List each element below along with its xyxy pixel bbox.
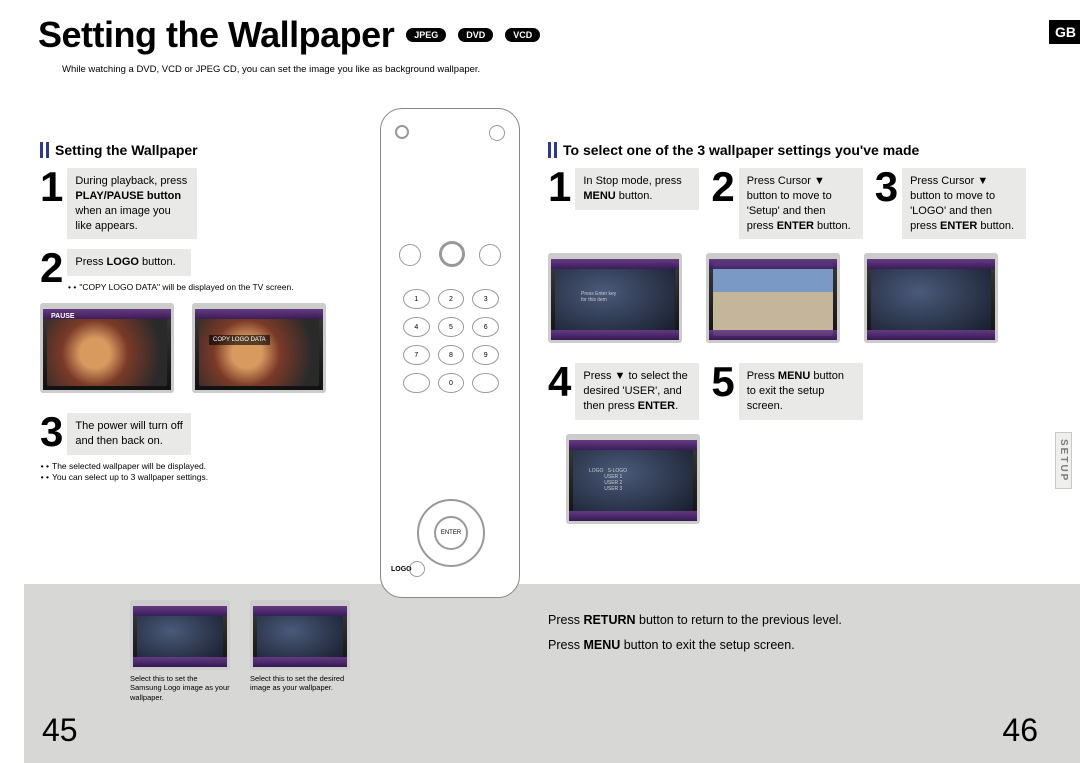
pill-dvd: DVD [458,28,493,42]
tv-thumb-b2 [250,600,350,670]
bottom-line-1: Press RETURN button to return to the pre… [548,608,842,633]
left-step-3-note-1: The selected wallpaper will be displayed… [46,461,360,472]
pill-jpeg: JPEG [406,28,446,42]
left-section: Setting the Wallpaper 1 During playback,… [40,142,360,483]
pill-vcd: VCD [505,28,540,42]
side-tab: SETUP [1055,432,1072,489]
left-step-1-text: During playback, press PLAY/PAUSE button… [67,168,197,239]
title-row: Setting the Wallpaper JPEG DVD VCD [38,14,540,56]
right-step-4-text: Press ▼ to select the desired 'USER', an… [575,363,699,420]
left-step-3-note-2: You can select up to 3 wallpaper setting… [46,472,360,483]
right-section: To select one of the 3 wallpaper setting… [548,142,1068,524]
right-step-3-text: Press Cursor ▼ button to move to 'LOGO' … [902,168,1026,239]
left-step-1: 1 During playback, press PLAY/PAUSE butt… [40,168,197,239]
subtitle: While watching a DVD, VCD or JPEG CD, yo… [62,64,480,75]
right-step-2: 2 Press Cursor ▼ button to move to 'Setu… [711,168,862,239]
lang-badge: GB [1049,20,1080,44]
right-step-5-text: Press MENU button to exit the setup scre… [739,363,863,420]
left-step-3: 3 The power will turn off and then back … [40,413,191,455]
right-step-5: 5 Press MENU button to exit the setup sc… [711,363,862,420]
bottom-right: Press RETURN button to return to the pre… [548,608,842,658]
tv-thumb-r4: LOGO S-LOGO USER 1 USER 2 USER 3 [566,434,700,524]
left-heading: Setting the Wallpaper [40,142,360,158]
tv-thumb-copylogo: COPY LOGO DATA [192,303,326,393]
right-step-3: 3 Press Cursor ▼ button to move to 'LOGO… [875,168,1026,239]
left-step-2: 2 Press LOGO button. "COPY LOGO DATA" wi… [40,249,294,293]
thumb-caption-2: Select this to set the desired image as … [250,674,350,693]
tv-thumb-r1: Press Enter keyfor this item [548,253,682,343]
right-heading: To select one of the 3 wallpaper setting… [548,142,1068,158]
tv-thumb-b1 [130,600,230,670]
right-step-4: 4 Press ▼ to select the desired 'USER', … [548,363,699,420]
left-step-2-note: "COPY LOGO DATA" will be displayed on th… [73,282,293,293]
bottom-left: Select this to set the Samsung Logo imag… [130,600,350,702]
remote-numpad: 123 456 789 0 [403,289,499,393]
tv-thumb-pause: PAUSE [40,303,174,393]
right-step-2-text: Press Cursor ▼ button to move to 'Setup'… [739,168,863,239]
page-title: Setting the Wallpaper [38,14,394,56]
right-step-1: 1 In Stop mode, press MENU button. [548,168,699,239]
left-step-3-text: The power will turn off and then back on… [67,413,191,455]
right-step-1-text: In Stop mode, press MENU button. [575,168,699,210]
bottom-line-2: Press MENU button to exit the setup scre… [548,633,842,658]
page-number-right: 46 [1002,712,1038,749]
tv-thumb-r2 [706,253,840,343]
tv-thumb-r3 [864,253,998,343]
page-number-left: 45 [42,712,78,749]
remote-illustration: 123 456 789 0 LOGO [380,108,520,598]
left-step-2-text: Press LOGO button. [67,249,191,276]
thumb-caption-1: Select this to set the Samsung Logo imag… [130,674,230,702]
right-heading-text: To select one of the 3 wallpaper setting… [563,142,919,158]
left-heading-text: Setting the Wallpaper [55,142,198,158]
